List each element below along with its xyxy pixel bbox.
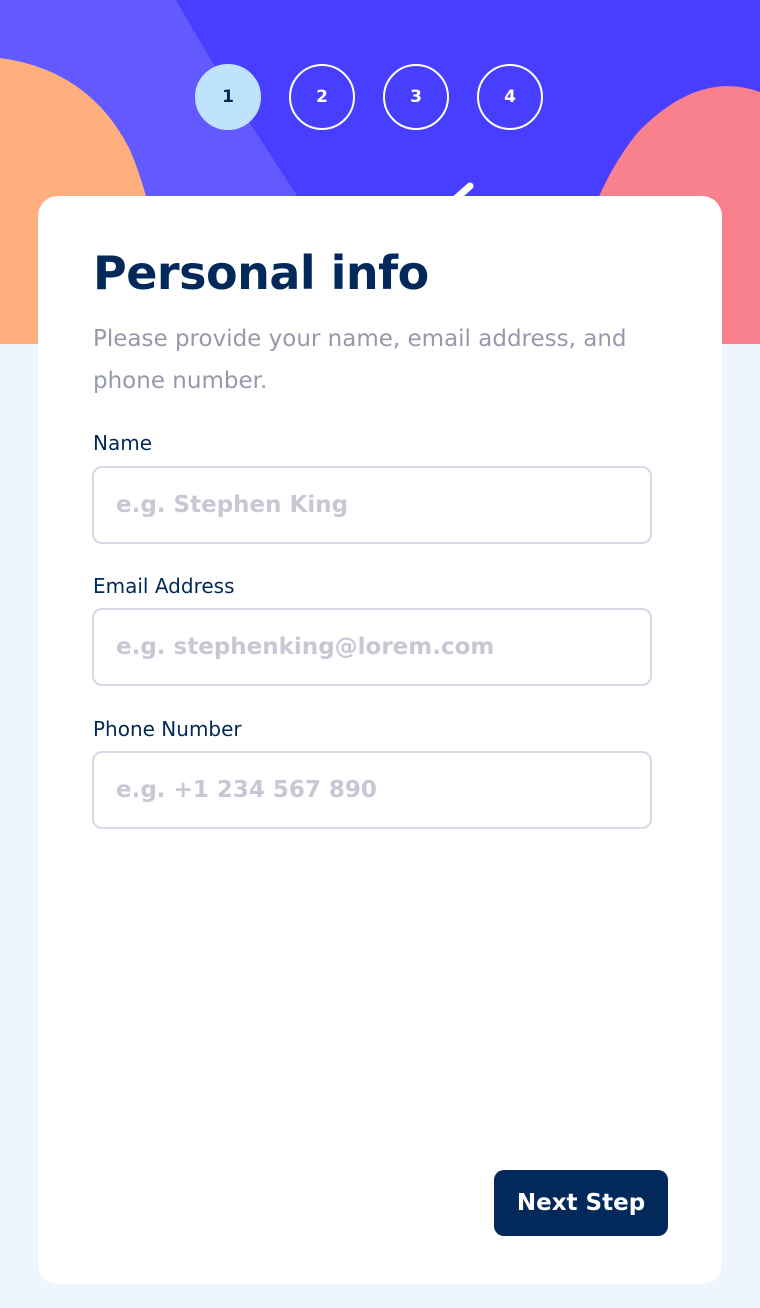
next-step-button[interactable]: Next Step — [494, 1170, 668, 1236]
email-input[interactable] — [92, 608, 652, 686]
page-title: Personal info — [93, 246, 429, 300]
phone-input[interactable] — [92, 751, 652, 829]
form-card: Personal info Please provide your name, … — [38, 196, 722, 1284]
phone-label: Phone Number — [93, 717, 242, 741]
email-label: Email Address — [93, 574, 235, 598]
step-1-indicator[interactable]: 1 — [195, 64, 261, 130]
step-2-indicator[interactable]: 2 — [289, 64, 355, 130]
page-description: Please provide your name, email address,… — [93, 326, 627, 394]
name-label: Name — [93, 431, 153, 455]
step-3-indicator[interactable]: 3 — [383, 64, 449, 130]
step-4-indicator[interactable]: 4 — [477, 64, 543, 130]
name-input[interactable] — [92, 466, 652, 544]
step-indicator: 1 2 3 4 — [0, 64, 760, 130]
